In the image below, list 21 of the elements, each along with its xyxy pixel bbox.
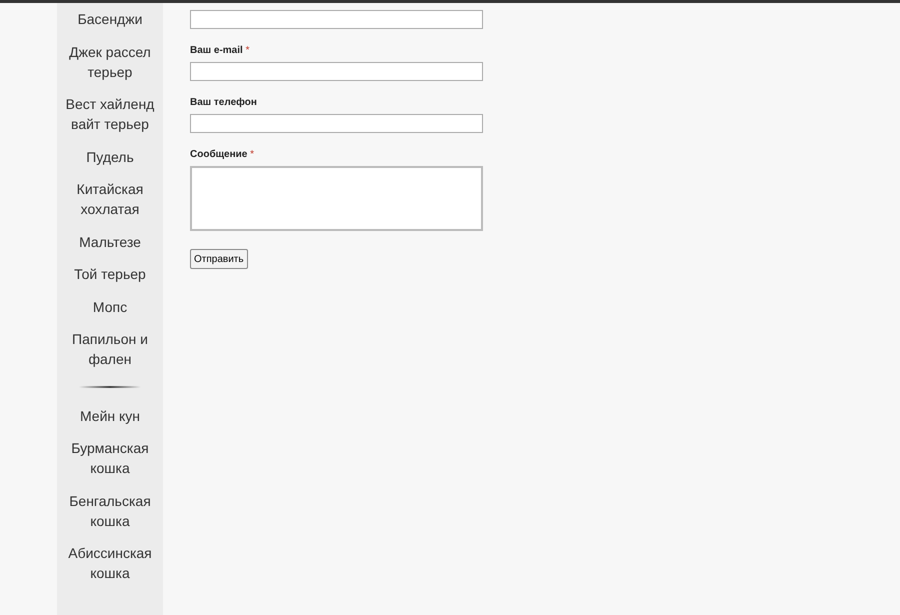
field-label: Сообщение * (190, 149, 256, 161)
sidebar-link[interactable]: Папильон и фален (57, 323, 163, 376)
sidebar-link[interactable]: Пудель (57, 140, 163, 173)
sidebar-link[interactable]: Бурманская кошка (57, 432, 163, 484)
input-field[interactable] (190, 114, 483, 133)
sidebar-link[interactable]: Той терьер (57, 258, 163, 290)
sidebar-link[interactable]: Вест хайленд вайт терьер (57, 88, 163, 140)
field-label: Ваш телефон (190, 97, 258, 109)
sidebar-link[interactable]: Мопс (57, 290, 163, 323)
sidebar-link[interactable]: Китайская хохлатая (57, 173, 163, 226)
sidebar-link[interactable]: Мейн кун (57, 400, 163, 432)
sidebar-link[interactable]: Джек рассел терьер (57, 36, 163, 88)
message-field[interactable] (190, 166, 483, 231)
sidebar-link[interactable]: Басенджи (57, 3, 163, 36)
sidebar-link[interactable]: Мальтезе (57, 226, 163, 258)
input-field[interactable] (190, 62, 483, 81)
field-label: Ваш e-mail * (190, 45, 250, 57)
sidebar-link[interactable]: Бенгальская кошка (57, 484, 163, 537)
input-field[interactable] (190, 10, 483, 29)
submit-button[interactable]: Отправить (190, 249, 248, 269)
sidebar-link[interactable]: Абиссинская кошка (57, 537, 163, 590)
